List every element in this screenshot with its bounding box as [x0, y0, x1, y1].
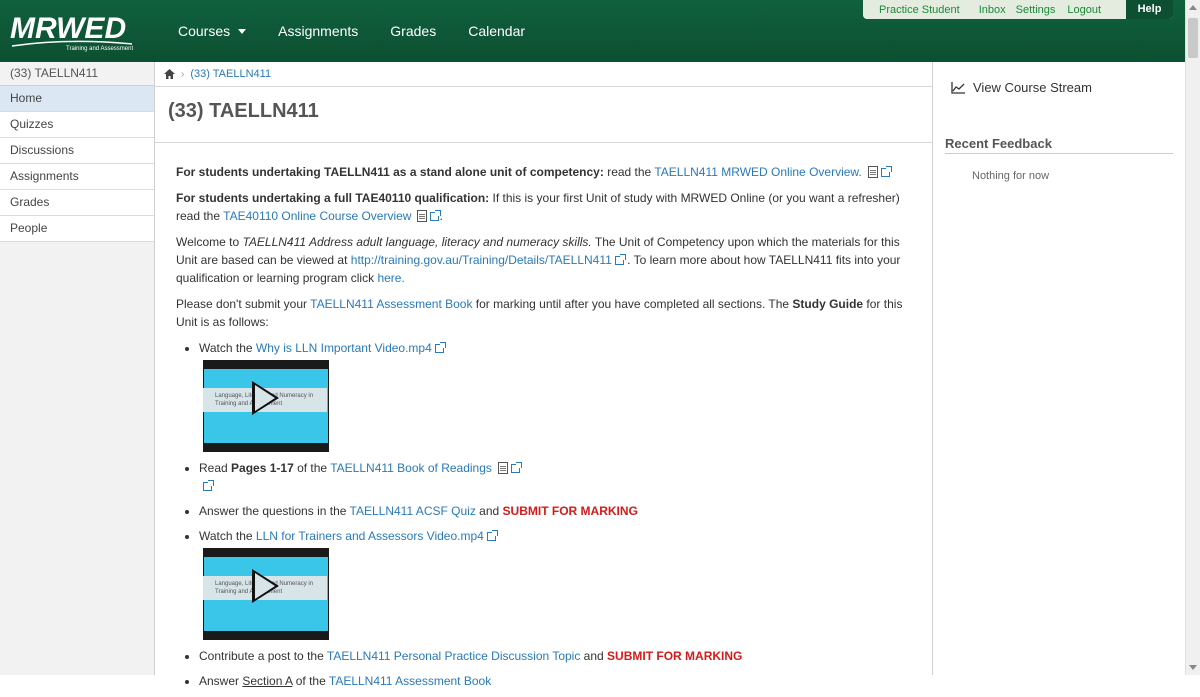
online-overview-link[interactable]: TAELLN411 MRWED Online Overview.: [654, 165, 861, 179]
text: Read: [199, 461, 232, 475]
breadcrumb: › (33) TAELLN411: [155, 62, 932, 87]
settings-link[interactable]: Settings: [1016, 4, 1056, 16]
text: Watch the: [199, 341, 256, 355]
video-thumbnail[interactable]: Language, Literacy and Numeracy in Train…: [203, 548, 329, 640]
paragraph-qualification: For students undertaking a full TAE40110…: [176, 189, 914, 225]
user-links: Practice Student Inbox Settings Logout H…: [863, 0, 1173, 19]
page-scrollbar[interactable]: [1185, 0, 1200, 675]
unit-name: TAELLN411 Address adult language, litera…: [242, 235, 592, 249]
text: and: [475, 504, 503, 518]
list-item: Answer the questions in the TAELLN411 AC…: [199, 502, 914, 520]
user-name-link[interactable]: Practice Student: [879, 4, 960, 16]
text: Answer the questions in the: [199, 504, 350, 518]
study-guide-list: Watch the Why is LLN Important Video.mp4…: [176, 339, 914, 690]
divider: [155, 142, 932, 143]
chevron-right-icon: ›: [181, 68, 185, 80]
external-link-icon[interactable]: [434, 342, 446, 353]
document-preview-icon[interactable]: [867, 166, 878, 178]
play-icon[interactable]: [252, 569, 279, 603]
list-item: Contribute a post to the TAELLN411 Perso…: [199, 647, 914, 665]
training-gov-link[interactable]: http://training.gov.au/Training/Details/…: [351, 253, 612, 267]
course-nav-grades[interactable]: Grades: [0, 190, 154, 216]
section-label: Section A: [242, 674, 293, 688]
text: read the: [603, 165, 655, 179]
text: Watch the: [199, 529, 256, 543]
chevron-down-icon: [238, 28, 247, 34]
study-guide-label: Study Guide: [792, 297, 864, 311]
external-link-icon[interactable]: [510, 462, 522, 473]
acsf-quiz-link[interactable]: TAELLN411 ACSF Quiz: [350, 504, 476, 518]
course-nav-home[interactable]: Home: [0, 86, 154, 112]
course-overview-link[interactable]: TAE40110 Online Course Overview: [223, 209, 411, 223]
video-link-lln-important[interactable]: Why is LLN Important Video.mp4: [256, 341, 432, 355]
course-nav-discussions[interactable]: Discussions: [0, 138, 154, 164]
course-home-content: For students undertaking TAELLN411 as a …: [176, 163, 914, 697]
video-link-lln-trainers[interactable]: LLN for Trainers and Assessors Video.mp4: [256, 529, 484, 543]
page-title: (33) TAELLN411: [168, 100, 319, 122]
play-icon[interactable]: [252, 381, 279, 415]
course-nav-assignments[interactable]: Assignments: [0, 164, 154, 190]
course-nav-title: (33) TAELLN411: [0, 62, 154, 86]
line-chart-icon: [951, 81, 965, 94]
global-header: MRWED Training and Assessment Courses As…: [0, 0, 1185, 62]
scrollbar-thumb[interactable]: [1188, 18, 1198, 58]
list-item: Watch the Why is LLN Important Video.mp4…: [199, 339, 914, 452]
discussion-topic-link[interactable]: TAELLN411 Personal Practice Discussion T…: [327, 649, 580, 663]
text: and: [580, 649, 608, 663]
text: for marking until after you have complet…: [472, 297, 793, 311]
list-item: Watch the LLN for Trainers and Assessors…: [199, 527, 914, 640]
submit-notice: SUBMIT FOR MARKING: [502, 504, 638, 518]
inbox-link[interactable]: Inbox: [979, 4, 1006, 16]
course-nav: (33) TAELLN411 Home Quizzes Discussions …: [0, 62, 155, 675]
text: Please don't submit your: [176, 297, 311, 311]
logo-tagline: Training and Assessment: [66, 46, 133, 52]
submit-notice: SUBMIT FOR MARKING: [607, 649, 743, 663]
breadcrumb-course-link[interactable]: (33) TAELLN411: [190, 68, 271, 80]
paragraph-study-guide: Please don't submit your TAELLN411 Asses…: [176, 295, 914, 331]
video-thumbnail[interactable]: Language, Literacy and Numeracy in Train…: [203, 360, 329, 452]
nav-assignments[interactable]: Assignments: [278, 23, 358, 39]
assessment-book-link-2[interactable]: TAELLN411 Assessment Book: [329, 674, 491, 688]
nav-courses-label: Courses: [178, 23, 231, 39]
scroll-down-arrow-icon[interactable]: [1189, 665, 1197, 670]
standalone-heading: For students undertaking TAELLN411 as a …: [176, 165, 604, 179]
external-link-icon[interactable]: [614, 254, 626, 265]
logout-link[interactable]: Logout: [1067, 4, 1101, 16]
paragraph-welcome: Welcome to TAELLN411 Address adult langu…: [176, 233, 914, 287]
main-nav: Courses Assignments Grades Calendar: [178, 0, 557, 62]
document-preview-icon[interactable]: [497, 462, 508, 474]
text: Welcome to: [176, 235, 243, 249]
course-nav-quizzes[interactable]: Quizzes: [0, 112, 154, 138]
mrwed-logo[interactable]: MRWED Training and Assessment: [8, 8, 138, 54]
list-item: Read Pages 1-17 of the TAELLN411 Book of…: [199, 459, 914, 495]
nav-grades[interactable]: Grades: [390, 23, 436, 39]
external-link-icon[interactable]: [203, 480, 214, 491]
home-icon[interactable]: [164, 69, 175, 79]
external-link-icon[interactable]: [430, 210, 442, 221]
help-link[interactable]: Help: [1126, 0, 1173, 19]
paragraph-standalone: For students undertaking TAELLN411 as a …: [176, 163, 914, 181]
text: Contribute a post to the: [199, 649, 327, 663]
document-preview-icon[interactable]: [417, 210, 428, 222]
external-link-icon[interactable]: [486, 530, 498, 541]
recent-feedback-empty: Nothing for now: [972, 170, 1050, 182]
recent-feedback-heading: Recent Feedback: [945, 136, 1173, 154]
nav-calendar[interactable]: Calendar: [468, 23, 525, 39]
text: of the: [292, 674, 329, 688]
external-link-icon[interactable]: [880, 166, 892, 177]
view-course-stream-button[interactable]: View Course Stream: [951, 80, 1092, 95]
qualification-heading: For students undertaking a full TAE40110…: [176, 191, 490, 205]
book-of-readings-link[interactable]: TAELLN411 Book of Readings: [330, 461, 492, 475]
scroll-up-arrow-icon[interactable]: [1189, 5, 1197, 10]
assessment-book-link[interactable]: TAELLN411 Assessment Book: [310, 297, 472, 311]
pages-label: Pages 1-17: [231, 461, 294, 475]
course-nav-people[interactable]: People: [0, 216, 154, 242]
logo-text: MRWED: [10, 12, 126, 45]
right-sidebar: View Course Stream Recent Feedback Nothi…: [932, 62, 1186, 675]
text: Answer: [199, 674, 243, 688]
text: of the: [293, 461, 331, 475]
nav-courses[interactable]: Courses: [178, 23, 247, 39]
view-course-stream-label: View Course Stream: [973, 80, 1092, 95]
here-link[interactable]: here.: [377, 271, 404, 285]
